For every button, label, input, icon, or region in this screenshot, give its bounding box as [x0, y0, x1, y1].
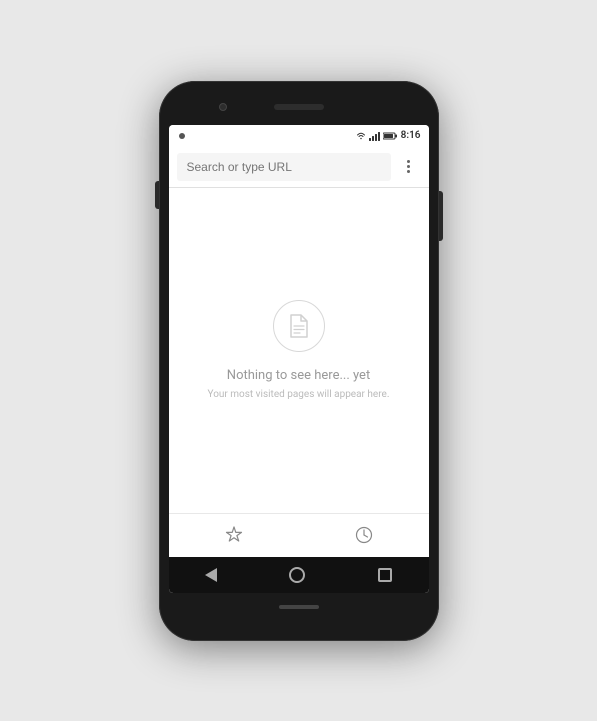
home-icon	[289, 567, 305, 583]
bottom-tab-bar	[169, 513, 429, 557]
empty-state-title: Nothing to see here... yet	[227, 368, 370, 383]
empty-state-subtitle: Your most visited pages will appear here…	[208, 389, 390, 400]
recents-button[interactable]	[378, 568, 392, 582]
bookmarks-tab[interactable]	[214, 515, 254, 555]
battery-icon	[383, 132, 397, 140]
notification-dot	[179, 133, 185, 139]
menu-dot-1	[407, 160, 410, 163]
status-bar: 8:16	[169, 125, 429, 147]
signal-bars	[369, 131, 380, 141]
home-button[interactable]	[289, 567, 305, 583]
back-icon	[205, 568, 217, 582]
home-indicator	[279, 605, 319, 609]
wifi-icon	[356, 132, 366, 140]
url-input[interactable]	[177, 153, 391, 181]
status-time: 8:16	[401, 130, 421, 141]
menu-dot-2	[407, 165, 410, 168]
status-right: 8:16	[356, 130, 421, 141]
empty-state-icon	[273, 300, 325, 352]
address-bar	[169, 147, 429, 188]
status-left	[179, 133, 185, 139]
camera	[219, 103, 227, 111]
menu-dot-3	[407, 170, 410, 173]
phone-screen: 8:16 Nothin	[169, 125, 429, 593]
clock-icon	[354, 525, 374, 545]
phone-device: 8:16 Nothin	[159, 81, 439, 641]
overflow-menu-button[interactable]	[397, 155, 421, 179]
android-nav-bar	[169, 557, 429, 593]
document-icon	[288, 313, 310, 339]
phone-top-bar	[169, 93, 429, 121]
back-button[interactable]	[205, 568, 217, 582]
history-tab[interactable]	[344, 515, 384, 555]
speaker	[274, 104, 324, 110]
star-icon	[224, 525, 244, 545]
recents-icon	[378, 568, 392, 582]
phone-bottom-bar	[169, 597, 429, 617]
browser-content: Nothing to see here... yet Your most vis…	[169, 188, 429, 513]
